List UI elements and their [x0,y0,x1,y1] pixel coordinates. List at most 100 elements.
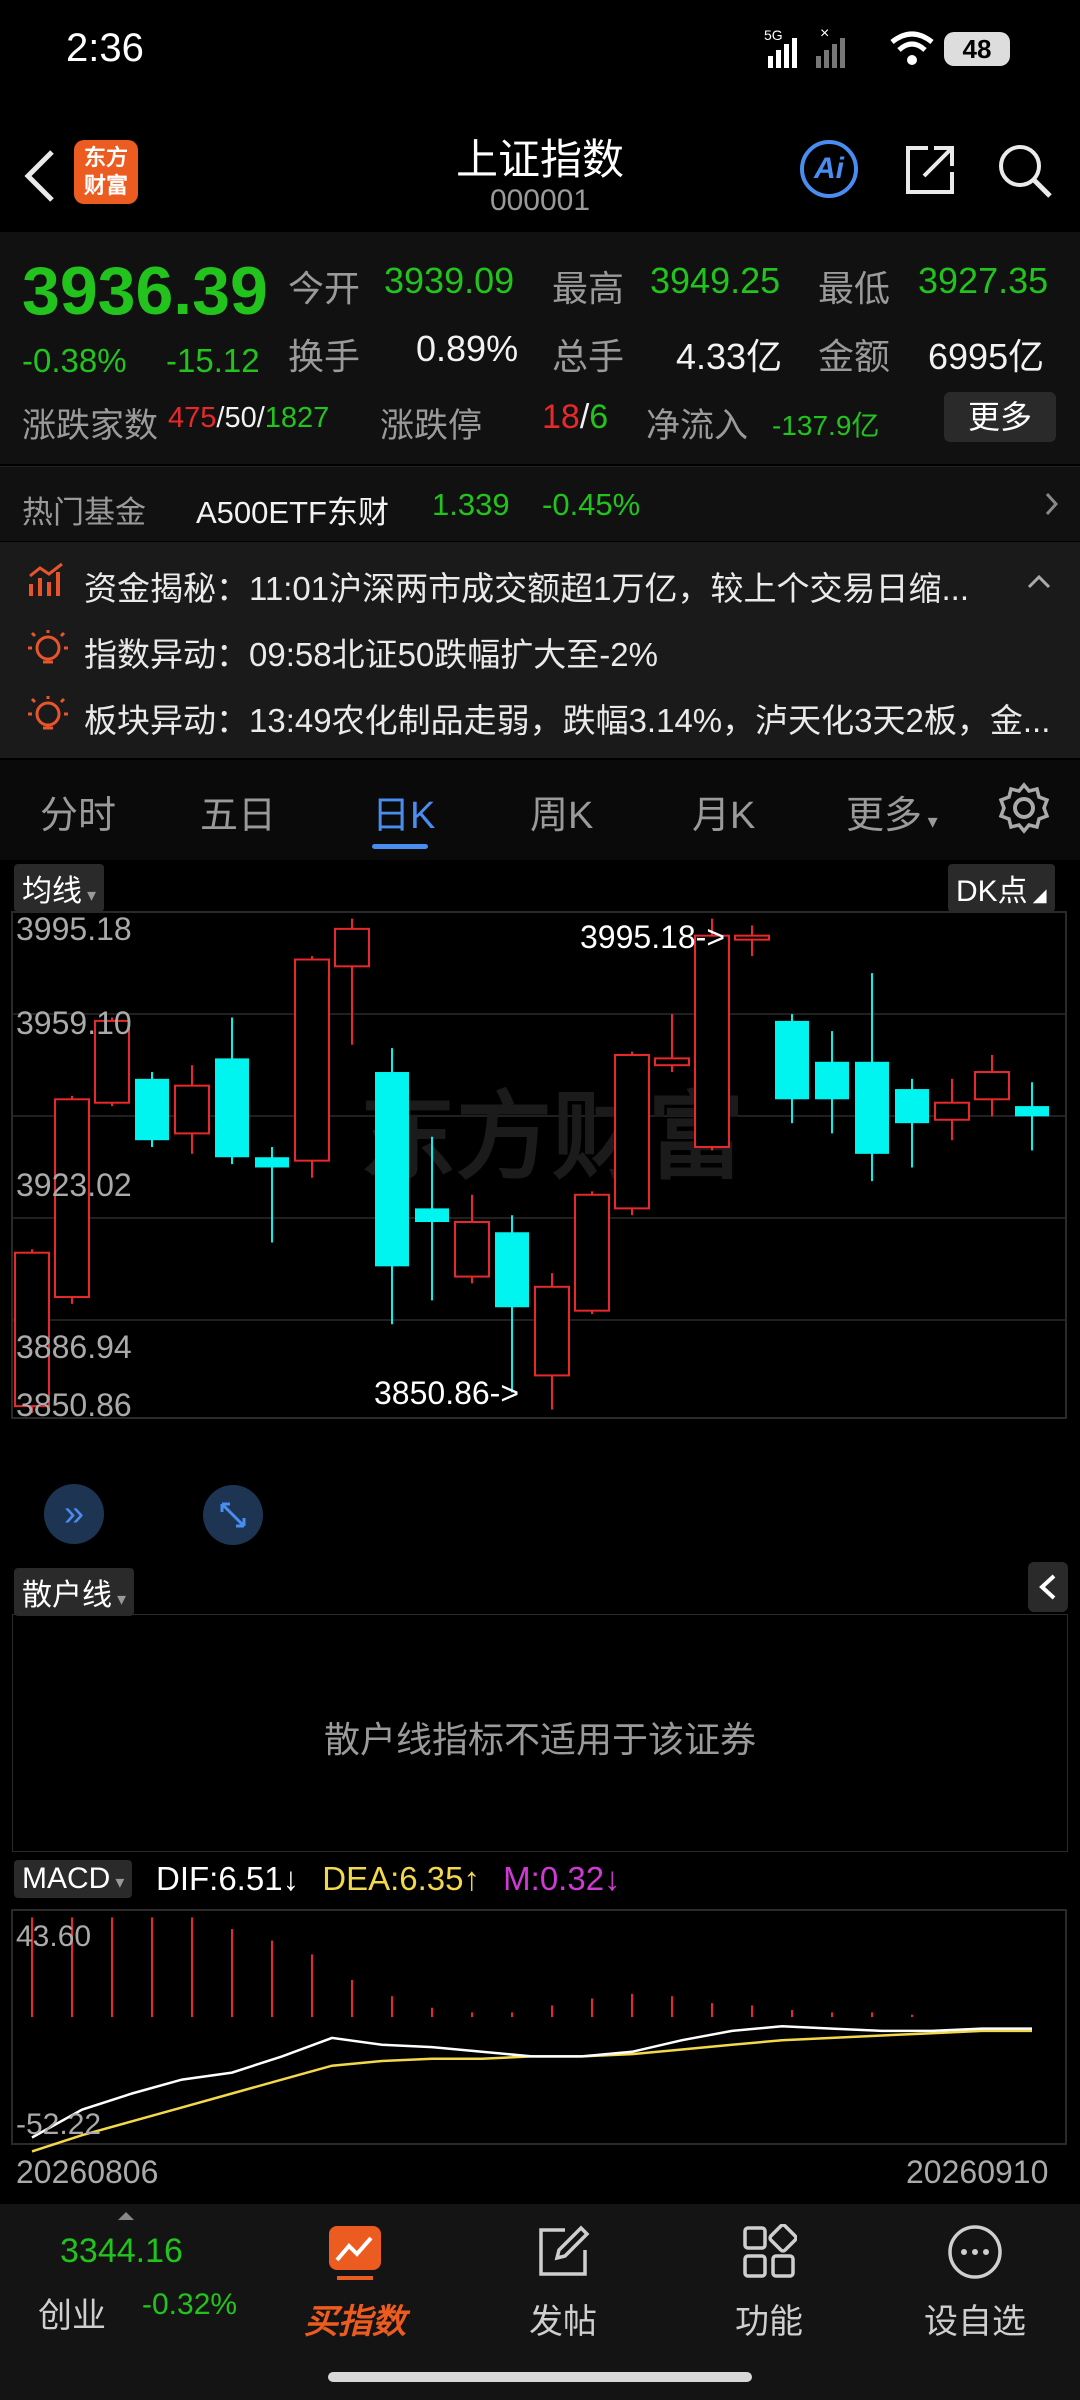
candle-body [574,1193,610,1312]
candle-body [534,1285,570,1377]
candle-body [775,1020,809,1100]
macd-chart: 43.60 -52.22 [11,1909,1067,2153]
y-label-2: 3959.10 [16,1005,132,1041]
home-indicator [328,2372,752,2382]
news-item[interactable]: 指数异动：09:58北证50跌幅扩大至-2% [26,628,1056,694]
candlestick-chart[interactable]: 东方财富 3995.18 3959.10 3923.02 3886.94 385… [0,910,1080,1420]
ai-button[interactable]: Ai [800,140,858,198]
collapse-chevron-left-icon[interactable] [1028,1562,1068,1612]
candle-body [174,1084,210,1135]
svg-text:×: × [820,26,829,42]
m-arrow: ↓ [604,1860,621,1897]
candle-body [934,1101,970,1121]
low-label: 最低 [818,268,891,309]
flat-count: 50 [224,402,257,434]
status-bar: 2:36 5G × 48 [0,0,1080,100]
wifi-icon [890,31,934,65]
nav-functions[interactable]: 功能 [684,2204,854,2354]
news-item[interactable]: 板块异动：13:49农化制品走弱，跌幅3.14%，泸天化3天2板，金... [26,694,1056,760]
last-price: 3936.39 [22,253,268,329]
volume-label: 总手 [552,336,625,377]
retail-message: 散户线指标不适用于该证券 [323,1719,756,1760]
dk-selector-label: DK点 [956,875,1028,908]
volume-value: 4.33亿 [676,336,783,377]
news-text: 板块异动：13:49农化制品走弱，跌幅3.14%，泸天化3天2板，金... [84,702,1051,739]
turnover-value: 0.89% [416,328,519,369]
retail-selector[interactable]: 散户线 ▾ [14,1568,135,1616]
search-icon[interactable] [996,142,1054,200]
candle-body [135,1078,169,1141]
candle-body [375,1072,409,1267]
amount-label: 金额 [818,336,891,377]
macd-selector[interactable]: MACD ▾ [14,1860,133,1898]
candle-body [255,1157,289,1168]
y-label-top: 3995.18 [16,911,132,947]
index-value: 3344.16 [60,2232,183,2270]
tab-more[interactable]: 更多 ▾ [846,784,938,839]
candle-body [215,1058,249,1158]
more-button[interactable]: 更多 [944,392,1056,442]
candle-body [694,934,730,1149]
candle-body [495,1232,529,1308]
dea-line [31,2029,1032,2153]
candle-body [415,1208,449,1223]
expand-left-icon[interactable]: » [44,1484,104,1544]
high-value: 3949.25 [650,260,781,301]
macd-y-top: 43.60 [16,1920,91,1953]
news-item[interactable]: 资金揭秘：11:01沪深两市成交额超1万亿，较上个交易日缩... [26,562,1056,628]
ma-selector-label: 均线 [22,875,82,908]
nav-buy-index[interactable]: 买指数 [270,2204,440,2354]
low-value: 3927.35 [918,260,1049,301]
macd-values: DIF:6.51↓ DEA:6.35↑ M:0.32↓ [156,1860,621,1898]
dea-value: DEA:6.35 [322,1860,464,1897]
edit-icon [539,2225,590,2276]
dk-selector[interactable]: DK点 ◢ [948,864,1055,912]
fund-pct: -0.45% [542,487,641,522]
candle-body [294,958,330,1162]
fund-name: A500ETF东财 [196,495,389,530]
fund-label: 热门基金 [22,495,146,530]
retail-selector-label: 散户线 [22,1579,112,1612]
breadth-values: 475/50/1827 [168,402,330,434]
down-count: 1827 [264,402,330,434]
expand-up-icon[interactable] [118,2212,134,2220]
share-icon[interactable] [902,142,958,198]
tab-intraday[interactable]: 分时 [40,784,116,839]
limit-up-count: 18 [542,398,580,436]
candle-body [974,1071,1010,1101]
retail-line-panel: 散户线指标不适用于该证券 [12,1614,1068,1852]
tab-five-day[interactable]: 五日 [200,784,276,839]
change-value: -15.12 [166,342,260,379]
hot-fund-row[interactable]: 热门基金 A500ETF东财 1.339 -0.45% [0,466,1080,541]
up-count: 475 [168,402,217,434]
high-label: 最高 [552,268,625,309]
candle-body [614,1053,650,1210]
tab-monthly-k[interactable]: 月K [692,784,755,839]
limit-label: 涨跌停 [380,407,482,445]
apps-icon [743,2224,797,2278]
ma-selector[interactable]: 均线 ▾ [14,864,105,912]
candle-body [654,1057,690,1067]
bulb-icon [28,696,68,730]
limit-down-count: 6 [589,398,609,436]
news-text: 指数异动：09:58北证50跌幅扩大至-2% [84,636,658,673]
macd-selector-label: MACD [22,1862,111,1895]
chevron-up-icon[interactable] [1026,574,1052,590]
candle-body [815,1061,849,1100]
nav-post[interactable]: 发帖 [478,2204,648,2354]
tab-daily-k[interactable]: 日K [372,784,435,839]
nav-label: 买指数 [304,2303,406,2341]
macd-panel: MACD ▾ DIF:6.51↓ DEA:6.35↑ M:0.32↓ 43.60… [0,1850,1080,2190]
date-end: 20260910 [906,2154,1049,2190]
bottom-bar: 3344.16 创业 -0.32% 买指数 发帖 功能 设自选 [0,2204,1080,2400]
tab-weekly-k[interactable]: 周K [530,784,593,839]
fullscreen-icon[interactable] [202,1484,264,1546]
amount-value: 6995亿 [928,336,1045,377]
macd-y-bottom: -52.22 [16,2108,101,2141]
nav-add-watchlist[interactable]: 设自选 [890,2204,1060,2354]
breadth-label: 涨跌家数 [22,407,158,445]
settings-gear-icon[interactable] [998,782,1050,834]
market-index-widget[interactable]: 3344.16 创业 -0.32% [0,2204,240,2354]
candle-body [334,927,370,968]
kline-panel: 均线 ▾ DK点 ◢ 东方财富 3995.18 3959.10 3923.02 … [0,860,1080,1560]
